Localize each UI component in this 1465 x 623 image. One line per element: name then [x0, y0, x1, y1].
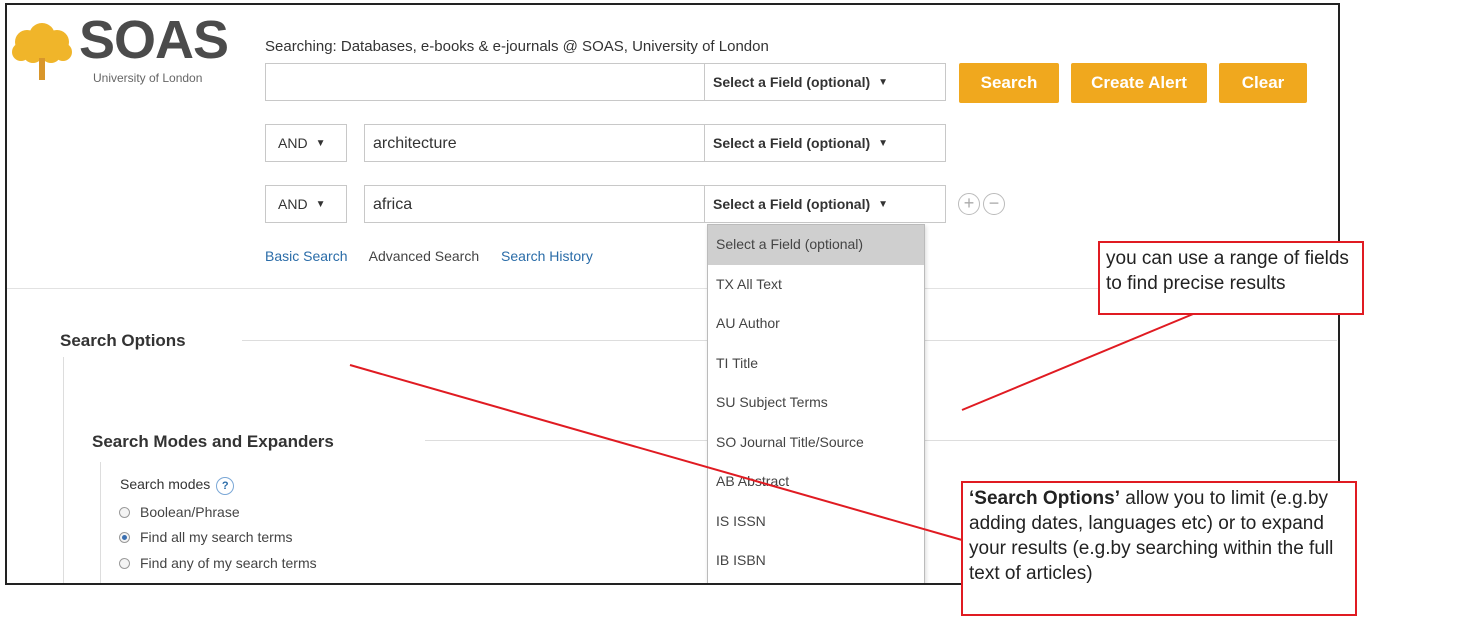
- search-options-annotation-callout: ‘Search Options’ allow you to limit (e.g…: [961, 481, 1357, 616]
- callout-bold-text: ‘Search Options’: [969, 488, 1120, 509]
- fields-annotation-callout: you can use a range of fields to find pr…: [1098, 241, 1364, 315]
- annotation-line-options: [349, 364, 963, 541]
- annotation-line-fields: [961, 311, 1199, 411]
